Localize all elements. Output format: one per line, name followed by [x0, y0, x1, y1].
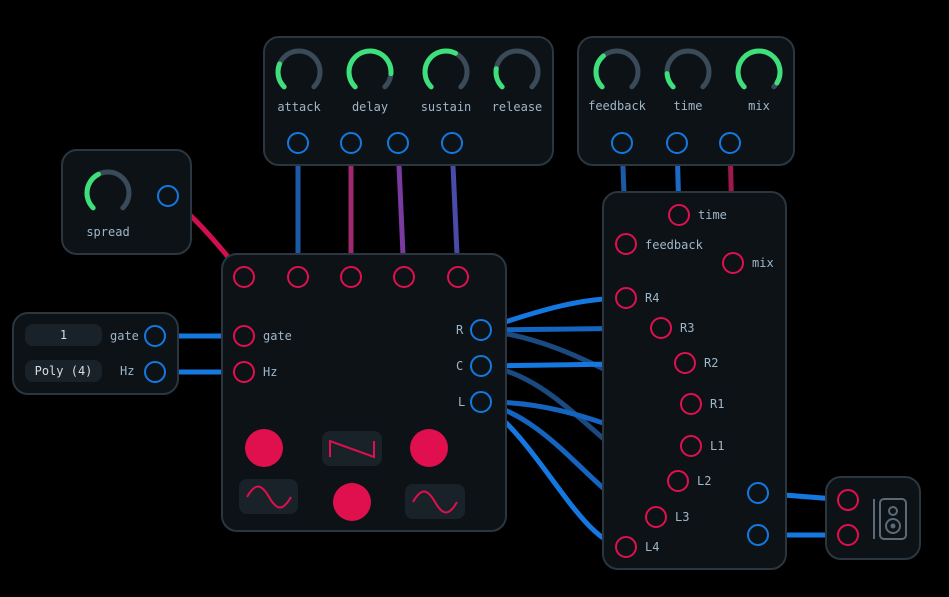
synth-release-input-port[interactable] [447, 266, 469, 288]
mixer-r4-input-port[interactable] [615, 287, 637, 309]
feedback-knob[interactable] [589, 44, 645, 100]
mixer-r2-label: R2 [704, 356, 719, 370]
synth-sustain-input-port[interactable] [393, 266, 415, 288]
synth-gate-input-port[interactable] [233, 325, 255, 347]
spread-label: spread [86, 225, 130, 239]
pad-button-3[interactable] [333, 483, 371, 521]
synth-r-output-port[interactable] [470, 319, 492, 341]
mixer-r4-label: R4 [645, 291, 660, 305]
mixer-right-output-port[interactable] [747, 524, 769, 546]
speaker-right-input-port[interactable] [837, 524, 859, 546]
mixer-feedback-label: feedback [645, 238, 703, 252]
mixer-l1-label: L1 [710, 439, 725, 453]
mixer-r1-label: R1 [710, 397, 725, 411]
mixer-time-input-port[interactable] [668, 204, 690, 226]
sine-wave-icon [412, 490, 458, 514]
feedback-output-port[interactable] [611, 132, 633, 154]
synth-c-output-port[interactable] [470, 355, 492, 377]
midi-hz-label: Hz [120, 364, 135, 378]
delay-knob[interactable] [342, 44, 398, 100]
synth-gate-label: gate [263, 329, 292, 343]
attack-label: attack [277, 100, 321, 114]
mixer-l2-label: L2 [697, 474, 712, 488]
release-output-port[interactable] [441, 132, 463, 154]
delay-output-port[interactable] [340, 132, 362, 154]
mixer-l4-label: L4 [645, 540, 660, 554]
attack-knob[interactable] [271, 44, 327, 100]
mixer-l1-input-port[interactable] [680, 435, 702, 457]
mix-knob[interactable] [731, 44, 787, 100]
mixer-l3-label: L3 [675, 510, 690, 524]
sustain-knob[interactable] [418, 44, 474, 100]
midi-gate-output-port[interactable] [144, 325, 166, 347]
channel-field[interactable]: 1 [25, 324, 102, 346]
synth-spread-input-port[interactable] [233, 266, 255, 288]
sustain-output-port[interactable] [387, 132, 409, 154]
spread-knob[interactable] [80, 165, 136, 221]
mixer-feedback-input-port[interactable] [615, 233, 637, 255]
mixer-r3-input-port[interactable] [650, 317, 672, 339]
sustain-label: sustain [420, 100, 472, 114]
sine-wave-icon [246, 485, 292, 509]
mixer-r2-input-port[interactable] [674, 352, 696, 374]
spread-output-port[interactable] [157, 185, 179, 207]
poly-select[interactable]: Poly (4) [25, 360, 102, 382]
pad-button-1[interactable] [245, 429, 283, 467]
midi-gate-label: gate [110, 329, 139, 343]
time-knob[interactable] [660, 44, 716, 100]
feedback-label: feedback [588, 99, 646, 113]
mix-label: mix [748, 99, 770, 113]
synth-attack-input-port[interactable] [287, 266, 309, 288]
saw-wave-icon [329, 439, 375, 459]
synth-l-label: L [458, 395, 466, 409]
midi-hz-output-port[interactable] [144, 361, 166, 383]
mixer-l2-input-port[interactable] [667, 470, 689, 492]
synth-hz-label: Hz [263, 365, 278, 379]
time-label: time [673, 99, 703, 113]
synth-hz-input-port[interactable] [233, 361, 255, 383]
mixer-l3-input-port[interactable] [645, 506, 667, 528]
saw-wave-button[interactable] [322, 431, 382, 466]
mixer-l4-input-port[interactable] [615, 536, 637, 558]
attack-output-port[interactable] [287, 132, 309, 154]
time-output-port[interactable] [666, 132, 688, 154]
delay-label: delay [351, 100, 389, 114]
mixer-mix-label: mix [752, 256, 774, 270]
mix-output-port[interactable] [719, 132, 741, 154]
synth-c-label: C [456, 359, 464, 373]
pad-button-2[interactable] [410, 429, 448, 467]
mixer-time-label: time [698, 208, 727, 222]
release-label: release [491, 100, 543, 114]
synth-l-output-port[interactable] [470, 391, 492, 413]
sine-wave-button-1[interactable] [239, 479, 298, 514]
speaker-left-input-port[interactable] [837, 489, 859, 511]
mixer-r1-input-port[interactable] [680, 393, 702, 415]
synth-r-label: R [456, 323, 464, 337]
mixer-mix-input-port[interactable] [722, 252, 744, 274]
speaker-icon [873, 498, 907, 540]
mixer-left-output-port[interactable] [747, 482, 769, 504]
sine-wave-button-2[interactable] [405, 484, 465, 519]
synth-delay-input-port[interactable] [340, 266, 362, 288]
mixer-r3-label: R3 [680, 321, 695, 335]
release-knob[interactable] [489, 44, 545, 100]
